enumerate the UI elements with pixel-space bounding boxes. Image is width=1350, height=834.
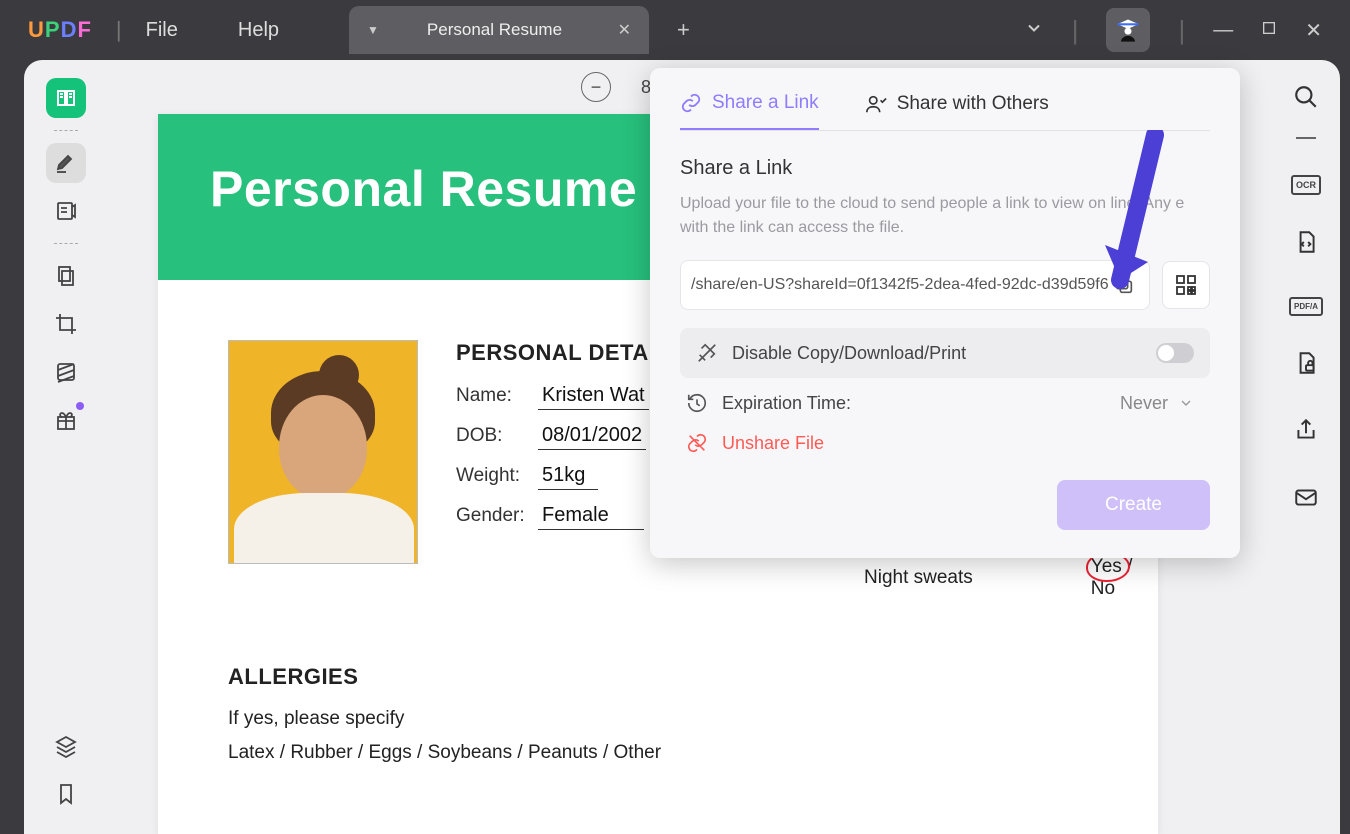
share-url-input[interactable] (691, 276, 1109, 294)
separator (1296, 137, 1316, 139)
chevron-down-icon[interactable] (1024, 18, 1044, 43)
no-copy-icon (696, 342, 718, 364)
panel-heading: Share a Link (680, 157, 1210, 180)
maximize-button[interactable] (1261, 20, 1277, 41)
menu-help[interactable]: Help (238, 19, 279, 42)
tab-dropdown-icon[interactable]: ▼ (367, 23, 379, 37)
disable-copy-row: Disable Copy/Download/Print (680, 328, 1210, 378)
separator (54, 130, 78, 131)
option-label: Disable Copy/Download/Print (732, 343, 966, 364)
share-url-box (680, 260, 1150, 310)
gender-label: Gender: (456, 505, 528, 527)
share-tabs: Share a Link Share with Others (680, 92, 1210, 131)
tab-title: Personal Resume (427, 20, 578, 40)
zoom-out-button[interactable]: − (581, 72, 611, 102)
disable-toggle[interactable] (1156, 343, 1194, 363)
history-icon (686, 392, 708, 414)
minimize-button[interactable]: — (1213, 19, 1233, 42)
tab-share-link[interactable]: Share a Link (680, 92, 819, 130)
copy-link-button[interactable] (1109, 270, 1139, 300)
reader-mode-button[interactable] (46, 78, 86, 118)
weight-label: Weight: (456, 465, 528, 487)
allergies-heading: ALLERGIES (228, 664, 1088, 690)
qr-code-button[interactable] (1162, 261, 1210, 309)
comment-tool[interactable] (46, 191, 86, 231)
search-button[interactable] (1293, 84, 1319, 115)
dob-value: 08/01/2002 (538, 424, 646, 450)
notification-dot (76, 402, 84, 410)
highlighter-tool[interactable] (46, 143, 86, 183)
layers-button[interactable] (46, 726, 86, 766)
question-text: Night sweats (864, 567, 1091, 589)
menu-file[interactable]: File (146, 19, 178, 42)
left-toolbar (24, 60, 108, 834)
unshare-button[interactable]: Unshare File (680, 416, 1210, 470)
email-button[interactable] (1293, 484, 1319, 515)
document-tab[interactable]: ▼ Personal Resume ✕ (349, 6, 649, 54)
profile-photo (228, 340, 418, 564)
share-panel: Share a Link Share with Others Share a L… (650, 68, 1240, 558)
close-tab-icon[interactable]: ✕ (618, 20, 631, 40)
user-avatar[interactable] (1106, 8, 1150, 52)
tab-label: Share with Others (897, 93, 1049, 115)
titlebar: UPDF | File Help ▼ Personal Resume ✕ + |… (0, 0, 1350, 60)
allergy-text: If yes, please specify (228, 708, 1088, 730)
dob-label: DOB: (456, 425, 528, 447)
expiration-value: Never (1120, 393, 1168, 414)
divider: | (1178, 15, 1185, 46)
unshare-label: Unshare File (722, 433, 824, 454)
name-label: Name: (456, 385, 528, 407)
panel-description: Upload your file to the cloud to send pe… (680, 192, 1210, 240)
expiration-row: Expiration Time: Never (680, 378, 1210, 416)
close-window-button[interactable]: ✕ (1305, 18, 1322, 43)
yes-no-answer: Yes / No (1091, 556, 1158, 600)
gender-value: Female (538, 504, 644, 530)
gift-button[interactable] (46, 400, 86, 440)
tab-share-others[interactable]: Share with Others (865, 93, 1049, 129)
pdfa-button[interactable]: PDF/A (1289, 296, 1323, 314)
name-value: Kristen Wat (538, 384, 649, 410)
new-tab-button[interactable]: + (677, 17, 690, 43)
right-toolbar: OCR PDF/A (1272, 60, 1340, 834)
question-row: Night sweats Yes / No (864, 556, 1158, 600)
app-logo: UPDF (28, 17, 92, 43)
protect-button[interactable] (1293, 350, 1319, 381)
unlink-icon (686, 432, 708, 454)
page-tool[interactable] (46, 256, 86, 296)
separator (54, 243, 78, 244)
divider: | (1072, 15, 1079, 46)
bookmark-button[interactable] (46, 774, 86, 814)
ocr-button[interactable]: OCR (1291, 175, 1321, 193)
watermark-tool[interactable] (46, 352, 86, 392)
convert-button[interactable] (1293, 229, 1319, 260)
weight-value: 51kg (538, 464, 598, 490)
tab-label: Share a Link (712, 92, 819, 114)
share-button[interactable] (1293, 417, 1319, 448)
chevron-down-icon (1178, 395, 1194, 411)
create-button[interactable]: Create (1057, 480, 1210, 530)
divider: | (116, 17, 122, 43)
crop-tool[interactable] (46, 304, 86, 344)
expiration-label: Expiration Time: (722, 393, 851, 414)
allergy-options: Latex / Rubber / Eggs / Soybeans / Peanu… (228, 742, 1088, 764)
expiration-select[interactable]: Never (1120, 393, 1194, 414)
